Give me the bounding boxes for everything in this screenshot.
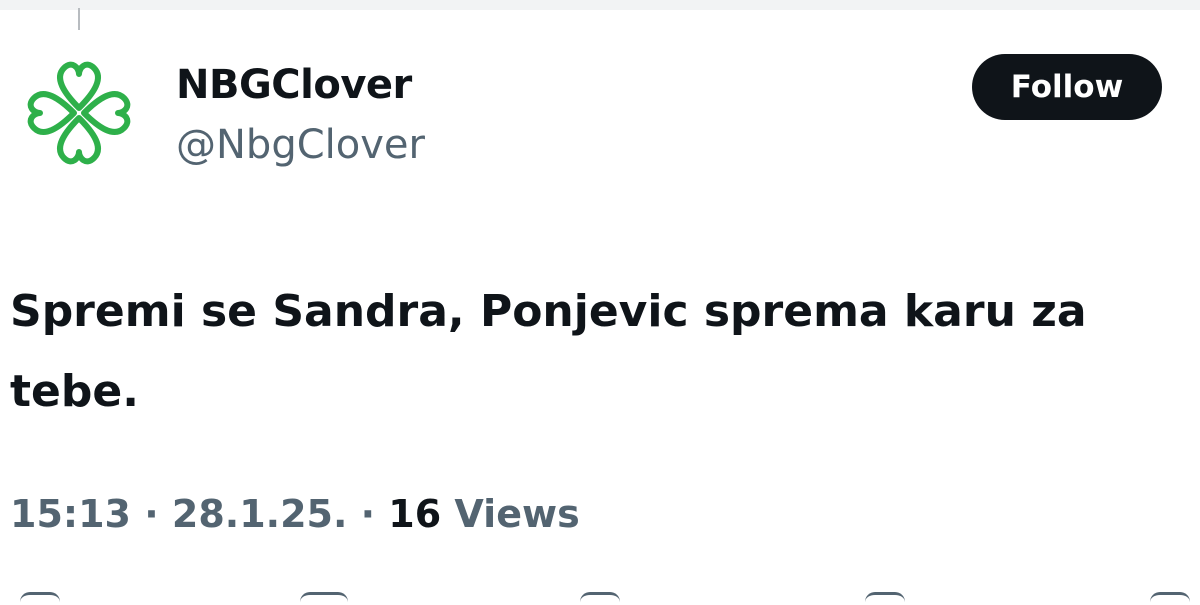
views-icon[interactable] <box>865 592 905 605</box>
tweet-date[interactable]: 28.1.25. <box>172 492 348 536</box>
action-bar <box>0 588 1200 600</box>
top-strip <box>0 0 1200 10</box>
user-handle[interactable]: @NbgClover <box>176 122 425 168</box>
views-count: 16 <box>388 492 442 536</box>
like-icon[interactable] <box>580 592 620 605</box>
reply-icon[interactable] <box>20 592 60 605</box>
display-name[interactable]: NBGClover <box>176 62 412 108</box>
top-divider-mark <box>78 8 80 30</box>
tweet-time[interactable]: 15:13 <box>10 492 131 536</box>
meta-separator: · <box>360 492 376 536</box>
views-label: Views <box>454 492 580 536</box>
share-icon[interactable] <box>1150 592 1190 605</box>
follow-button[interactable]: Follow <box>972 54 1162 120</box>
repost-icon[interactable] <box>300 592 348 605</box>
avatar[interactable] <box>14 48 144 178</box>
meta-separator: · <box>144 492 159 536</box>
tweet-meta: 15:13 · 28.1.25. · 16 Views <box>10 492 580 536</box>
tweet-text: Spremi se Sandra, Ponjevic sprema karu z… <box>10 286 1087 417</box>
four-leaf-clover-icon <box>27 61 131 165</box>
